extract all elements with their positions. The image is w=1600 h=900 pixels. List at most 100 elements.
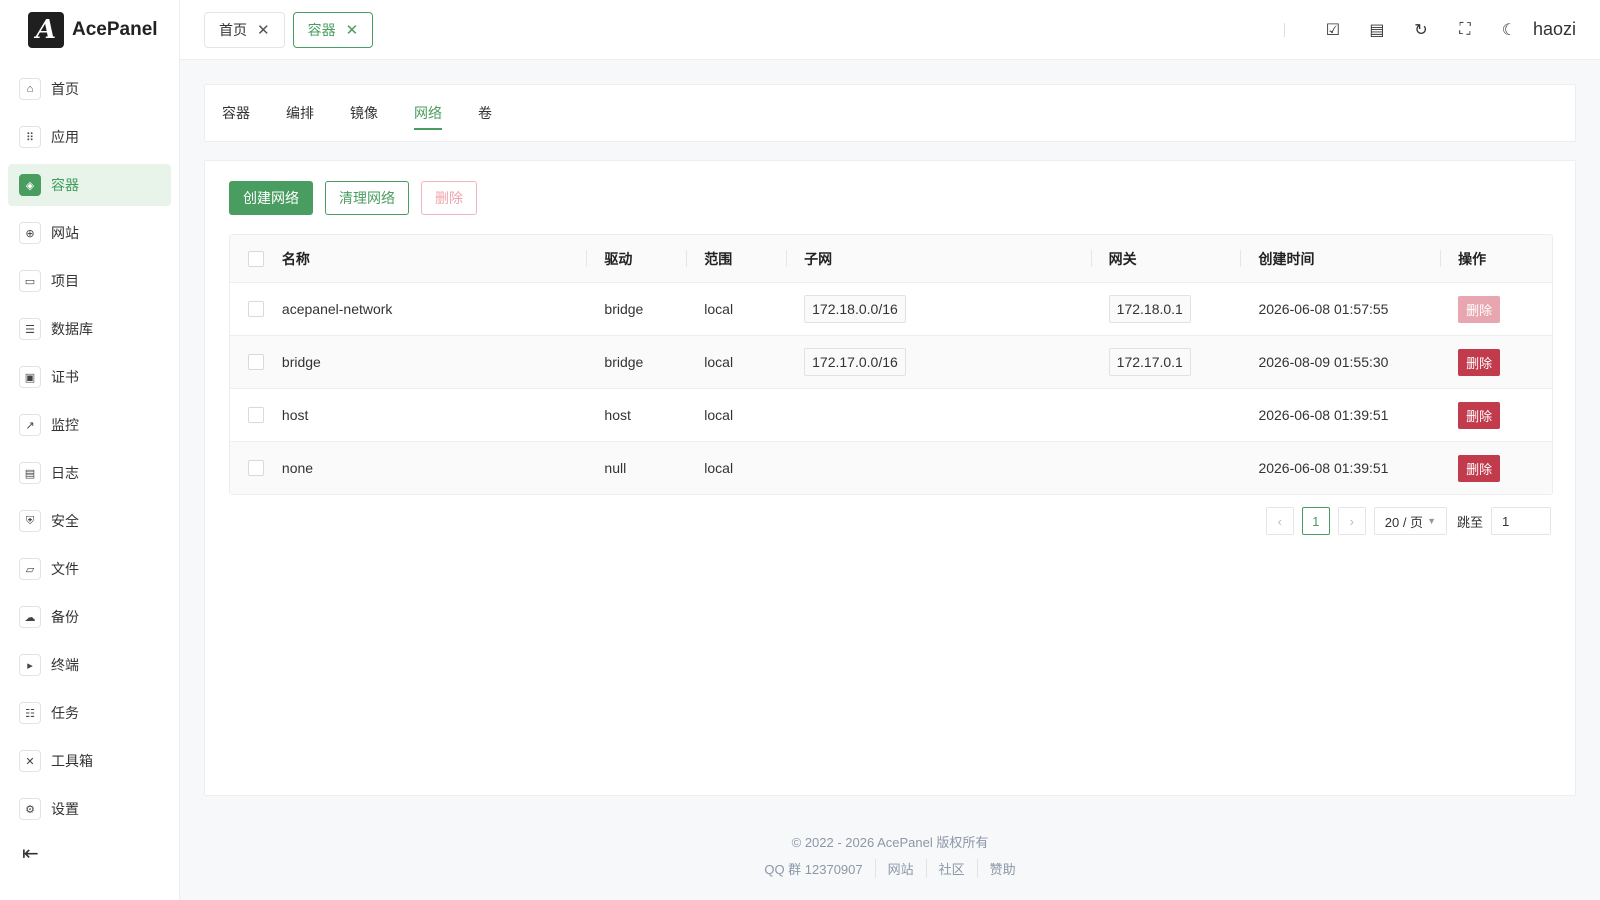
container-subtabs: 容器 编排 镜像 网络 卷 [204, 84, 1576, 142]
user-menu[interactable]: haozi [1533, 19, 1576, 40]
sidebar-item-certificates[interactable]: ▣ 证书 [8, 356, 171, 398]
row-select-cell [230, 442, 282, 494]
jump-page-input[interactable] [1491, 507, 1551, 535]
dark-mode-icon[interactable]: ☾ [1495, 16, 1523, 44]
sidebar-item-label: 设置 [51, 801, 79, 817]
sidebar-item-backup[interactable]: ☁ 备份 [8, 596, 171, 638]
terminal-icon: ▸ [19, 654, 41, 676]
created-time: 2026-06-08 01:39:51 [1258, 407, 1389, 423]
row-select-cell [230, 283, 282, 335]
row-checkbox[interactable] [247, 407, 264, 423]
row-checkbox[interactable] [247, 301, 264, 317]
sidebar-item-websites[interactable]: ⊕ 网站 [8, 212, 171, 254]
table-header: 名称 驱动 范围 子网 网关 创建时间 操作 [230, 235, 1552, 282]
footer-link-sponsor[interactable]: 赞助 [976, 859, 1028, 878]
network-name: bridge [281, 354, 321, 370]
gateway-cell [1091, 389, 1241, 441]
network-scope: local [704, 460, 734, 476]
subtab-containers[interactable]: 容器 [222, 84, 250, 142]
select-all-checkbox[interactable] [247, 250, 264, 267]
sidebar-item-label: 文件 [51, 561, 79, 577]
sidebar: A AcePanel ⌂ 首页 ⠿ 应用 ◈ 容器 ⊕ 网站 ▭ 项目 ☰ 数据库 ▣ 证书 … [0, 0, 180, 900]
tab-label: 首页 [219, 21, 247, 38]
subnet-cell: 172.17.0.0/16 [786, 336, 1091, 388]
apps-grid-icon: ⠿ [19, 126, 41, 148]
sidebar-item-toolbox[interactable]: ✕ 工具箱 [8, 740, 171, 782]
page-size-select[interactable]: 20 / 页 ▼ [1373, 507, 1447, 535]
create-network-button[interactable]: 创建网络 [229, 181, 313, 215]
subtab-networks[interactable]: 网络 [414, 84, 442, 142]
subtab-volumes[interactable]: 卷 [478, 84, 492, 142]
sidebar-item-home[interactable]: ⌂ 首页 [8, 68, 171, 110]
select-all-cell [230, 235, 282, 282]
created-time: 2026-06-08 01:57:55 [1258, 301, 1389, 317]
delete-button[interactable]: 删除 [1458, 454, 1501, 482]
network-driver: bridge [604, 301, 644, 317]
divider [1283, 22, 1285, 37]
network-driver: null [604, 460, 627, 476]
sidebar-item-tasks[interactable]: ☷ 任务 [8, 692, 171, 734]
chart-line-icon: ↗ [19, 414, 41, 436]
copyright: © 2022 - 2026 AcePanel 版权所有 [791, 835, 989, 850]
chevron-down-icon: ▼ [1427, 516, 1436, 526]
header-gateway: 网关 [1090, 235, 1241, 282]
sidebar-item-files[interactable]: ▱ 文件 [8, 548, 171, 590]
next-page-icon[interactable]: › [1337, 507, 1366, 535]
delete-button[interactable]: 删除 [1458, 295, 1501, 323]
close-icon[interactable]: ✕ [257, 21, 270, 39]
document-icon[interactable]: ▤ [1363, 16, 1391, 44]
subnet-cell [786, 442, 1091, 494]
operations-cell: 删除 [1440, 336, 1552, 388]
network-name: none [281, 460, 314, 476]
fullscreen-icon[interactable]: ⛶ [1451, 16, 1479, 44]
container-icon: ◈ [19, 174, 41, 196]
logo[interactable]: A AcePanel [0, 0, 179, 60]
subnet-tag: 172.18.0.0/16 [804, 295, 906, 323]
action-bar: 创建网络 清理网络 删除 [229, 181, 489, 215]
row-checkbox[interactable] [247, 354, 264, 370]
operations-cell: 删除 [1440, 442, 1552, 494]
task-check-icon[interactable]: ☑ [1319, 16, 1347, 44]
sidebar-item-label: 安全 [51, 513, 79, 529]
sidebar-menu: ⌂ 首页 ⠿ 应用 ◈ 容器 ⊕ 网站 ▭ 项目 ☰ 数据库 ▣ 证书 ↗ 监控 ▤ 日志 ⛨ 安全… [0, 68, 179, 830]
shield-icon: ⛨ [19, 510, 41, 532]
table-row: acepanel-network bridge local 172.18.0.0… [230, 282, 1552, 335]
collapse-sidebar-icon[interactable]: ⇤ [22, 841, 39, 866]
sidebar-item-apps[interactable]: ⠿ 应用 [8, 116, 171, 158]
globe-icon: ⊕ [19, 222, 41, 244]
sidebar-item-monitor[interactable]: ↗ 监控 [8, 404, 171, 446]
row-checkbox[interactable] [247, 460, 264, 476]
sidebar-item-logs[interactable]: ▤ 日志 [8, 452, 171, 494]
delete-button[interactable]: 删除 [1458, 401, 1501, 429]
batch-delete-button[interactable]: 删除 [421, 181, 477, 215]
table-row: bridge bridge local 172.17.0.0/16 172.17… [230, 335, 1552, 388]
tab-containers[interactable]: 容器 ✕ [292, 11, 374, 48]
sidebar-item-database[interactable]: ☰ 数据库 [8, 308, 171, 350]
prune-networks-button[interactable]: 清理网络 [325, 181, 409, 215]
tab-home[interactable]: 首页 ✕ [204, 11, 285, 48]
sidebar-item-terminal[interactable]: ▸ 终端 [8, 644, 171, 686]
gateway-cell: 172.18.0.1 [1091, 283, 1241, 335]
sidebar-item-projects[interactable]: ▭ 项目 [8, 260, 171, 302]
sidebar-item-containers[interactable]: ◈ 容器 [8, 164, 171, 206]
page-number[interactable]: 1 [1301, 507, 1330, 535]
footer: © 2022 - 2026 AcePanel 版权所有 QQ 群 1237090… [180, 832, 1600, 878]
operations-cell: 删除 [1440, 283, 1552, 335]
row-select-cell [230, 389, 282, 441]
subtab-images[interactable]: 镜像 [350, 84, 378, 142]
close-icon[interactable]: ✕ [346, 21, 359, 39]
refresh-icon[interactable]: ↻ [1407, 16, 1435, 44]
sidebar-item-label: 容器 [51, 177, 79, 193]
footer-link-community[interactable]: 社区 [925, 859, 977, 878]
sidebar-item-label: 网站 [51, 225, 79, 241]
logo-mark-icon: A [28, 12, 64, 48]
prev-page-icon[interactable]: ‹ [1265, 507, 1294, 535]
subtab-compose[interactable]: 编排 [286, 84, 314, 142]
sidebar-item-settings[interactable]: ⚙ 设置 [8, 788, 171, 830]
delete-button[interactable]: 删除 [1458, 348, 1501, 376]
footer-link-website[interactable]: 网站 [874, 859, 926, 878]
network-scope: local [704, 354, 734, 370]
created-time: 2026-06-08 01:39:51 [1258, 460, 1389, 476]
header-scope: 范围 [686, 235, 786, 282]
sidebar-item-security[interactable]: ⛨ 安全 [8, 500, 171, 542]
